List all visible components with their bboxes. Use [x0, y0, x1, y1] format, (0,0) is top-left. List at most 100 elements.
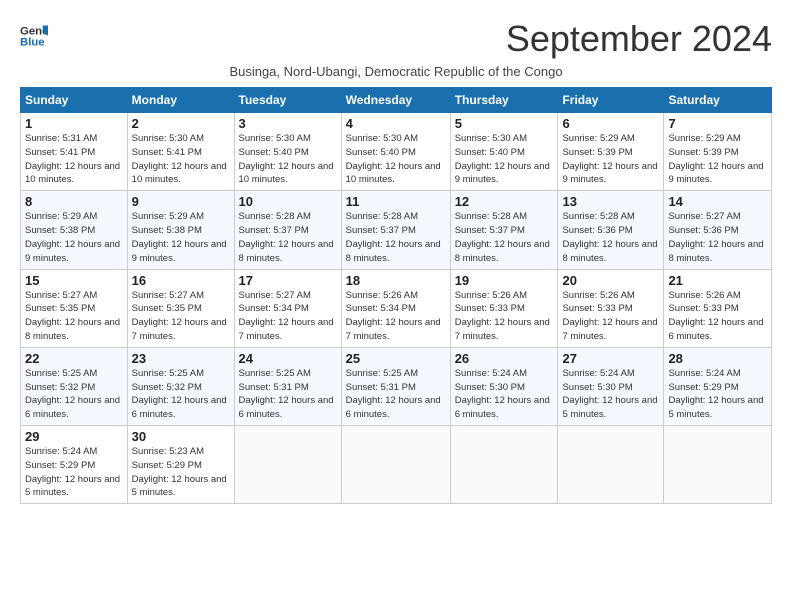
calendar-cell: 23 Sunrise: 5:25 AMSunset: 5:32 PMDayligh… [127, 347, 234, 425]
day-number: 1 [25, 116, 123, 131]
day-info: Sunrise: 5:28 AMSunset: 5:36 PMDaylight:… [562, 211, 657, 263]
calendar-cell [558, 426, 664, 504]
calendar-cell: 8 Sunrise: 5:29 AMSunset: 5:38 PMDaylight… [21, 191, 128, 269]
logo: General Blue [20, 22, 52, 50]
calendar-cell: 3 Sunrise: 5:30 AMSunset: 5:40 PMDaylight… [234, 113, 341, 191]
calendar-cell: 26 Sunrise: 5:24 AMSunset: 5:30 PMDayligh… [450, 347, 558, 425]
dow-header: Friday [558, 88, 664, 113]
day-info: Sunrise: 5:27 AMSunset: 5:36 PMDaylight:… [668, 211, 763, 263]
calendar-cell: 1 Sunrise: 5:31 AMSunset: 5:41 PMDaylight… [21, 113, 128, 191]
day-number: 30 [132, 429, 230, 444]
day-number: 16 [132, 273, 230, 288]
day-number: 3 [239, 116, 337, 131]
calendar-cell: 30 Sunrise: 5:23 AMSunset: 5:29 PMDayligh… [127, 426, 234, 504]
day-number: 5 [455, 116, 554, 131]
day-number: 8 [25, 194, 123, 209]
calendar-cell: 10 Sunrise: 5:28 AMSunset: 5:37 PMDayligh… [234, 191, 341, 269]
calendar-cell: 16Sunrise: 5:27 AMSunset: 5:35 PMDayligh… [127, 269, 234, 347]
day-info: Sunrise: 5:28 AMSunset: 5:37 PMDaylight:… [239, 211, 334, 263]
day-info: Sunrise: 5:29 AMSunset: 5:38 PMDaylight:… [25, 211, 120, 263]
day-info: Sunrise: 5:25 AMSunset: 5:32 PMDaylight:… [132, 368, 227, 420]
day-number: 9 [132, 194, 230, 209]
day-info: Sunrise: 5:26 AMSunset: 5:33 PMDaylight:… [668, 290, 763, 342]
calendar-cell: 6 Sunrise: 5:29 AMSunset: 5:39 PMDaylight… [558, 113, 664, 191]
day-number: 17 [239, 273, 337, 288]
day-info: Sunrise: 5:26 AMSunset: 5:34 PMDaylight:… [346, 290, 441, 342]
day-info: Sunrise: 5:23 AMSunset: 5:29 PMDaylight:… [132, 446, 227, 498]
calendar-cell: 5 Sunrise: 5:30 AMSunset: 5:40 PMDaylight… [450, 113, 558, 191]
calendar-cell [341, 426, 450, 504]
subtitle: Businga, Nord-Ubangi, Democratic Republi… [20, 64, 772, 79]
day-info: Sunrise: 5:24 AMSunset: 5:30 PMDaylight:… [455, 368, 550, 420]
day-info: Sunrise: 5:28 AMSunset: 5:37 PMDaylight:… [346, 211, 441, 263]
day-number: 22 [25, 351, 123, 366]
day-info: Sunrise: 5:30 AMSunset: 5:40 PMDaylight:… [455, 133, 550, 185]
day-number: 12 [455, 194, 554, 209]
calendar-cell: 19 Sunrise: 5:26 AMSunset: 5:33 PMDayligh… [450, 269, 558, 347]
calendar-cell: 14 Sunrise: 5:27 AMSunset: 5:36 PMDayligh… [664, 191, 772, 269]
day-number: 15 [25, 273, 123, 288]
calendar-cell [664, 426, 772, 504]
day-number: 10 [239, 194, 337, 209]
day-info: Sunrise: 5:25 AMSunset: 5:31 PMDaylight:… [239, 368, 334, 420]
calendar-cell: 2 Sunrise: 5:30 AMSunset: 5:41 PMDaylight… [127, 113, 234, 191]
day-info: Sunrise: 5:29 AMSunset: 5:39 PMDaylight:… [668, 133, 763, 185]
dow-header: Sunday [21, 88, 128, 113]
calendar-cell [450, 426, 558, 504]
calendar-cell: 24Sunrise: 5:25 AMSunset: 5:31 PMDayligh… [234, 347, 341, 425]
calendar-cell: 25 Sunrise: 5:25 AMSunset: 5:31 PMDayligh… [341, 347, 450, 425]
calendar-cell: 9 Sunrise: 5:29 AMSunset: 5:38 PMDaylight… [127, 191, 234, 269]
calendar-cell: 27Sunrise: 5:24 AMSunset: 5:30 PMDayligh… [558, 347, 664, 425]
day-number: 21 [668, 273, 767, 288]
calendar-cell: 28 Sunrise: 5:24 AMSunset: 5:29 PMDayligh… [664, 347, 772, 425]
calendar-cell: 18 Sunrise: 5:26 AMSunset: 5:34 PMDayligh… [341, 269, 450, 347]
day-number: 29 [25, 429, 123, 444]
svg-text:Blue: Blue [20, 37, 45, 49]
day-number: 19 [455, 273, 554, 288]
day-info: Sunrise: 5:27 AMSunset: 5:34 PMDaylight:… [239, 290, 334, 342]
day-info: Sunrise: 5:29 AMSunset: 5:38 PMDaylight:… [132, 211, 227, 263]
calendar-cell: 15 Sunrise: 5:27 AMSunset: 5:35 PMDayligh… [21, 269, 128, 347]
day-info: Sunrise: 5:24 AMSunset: 5:29 PMDaylight:… [25, 446, 120, 498]
day-number: 25 [346, 351, 446, 366]
day-number: 4 [346, 116, 446, 131]
calendar-cell: 12 Sunrise: 5:28 AMSunset: 5:37 PMDayligh… [450, 191, 558, 269]
day-info: Sunrise: 5:27 AMSunset: 5:35 PMDaylight:… [25, 290, 120, 342]
day-info: Sunrise: 5:25 AMSunset: 5:31 PMDaylight:… [346, 368, 441, 420]
calendar-cell: 22 Sunrise: 5:25 AMSunset: 5:32 PMDayligh… [21, 347, 128, 425]
day-info: Sunrise: 5:25 AMSunset: 5:32 PMDaylight:… [25, 368, 120, 420]
calendar-cell: 7 Sunrise: 5:29 AMSunset: 5:39 PMDaylight… [664, 113, 772, 191]
day-number: 2 [132, 116, 230, 131]
day-number: 23 [132, 351, 230, 366]
day-number: 7 [668, 116, 767, 131]
day-number: 20 [562, 273, 659, 288]
calendar-cell: 11Sunrise: 5:28 AMSunset: 5:37 PMDayligh… [341, 191, 450, 269]
calendar-cell [234, 426, 341, 504]
day-number: 6 [562, 116, 659, 131]
dow-header: Monday [127, 88, 234, 113]
calendar-cell: 20Sunrise: 5:26 AMSunset: 5:33 PMDayligh… [558, 269, 664, 347]
dow-header: Saturday [664, 88, 772, 113]
calendar-cell: 13 Sunrise: 5:28 AMSunset: 5:36 PMDayligh… [558, 191, 664, 269]
page-title: September 2024 [506, 18, 772, 60]
dow-header: Tuesday [234, 88, 341, 113]
day-info: Sunrise: 5:26 AMSunset: 5:33 PMDaylight:… [455, 290, 550, 342]
day-info: Sunrise: 5:28 AMSunset: 5:37 PMDaylight:… [455, 211, 550, 263]
day-info: Sunrise: 5:24 AMSunset: 5:30 PMDaylight:… [562, 368, 657, 420]
calendar-cell: 4 Sunrise: 5:30 AMSunset: 5:40 PMDaylight… [341, 113, 450, 191]
day-number: 18 [346, 273, 446, 288]
day-number: 13 [562, 194, 659, 209]
day-info: Sunrise: 5:30 AMSunset: 5:40 PMDaylight:… [346, 133, 441, 185]
day-info: Sunrise: 5:30 AMSunset: 5:41 PMDaylight:… [132, 133, 227, 185]
day-info: Sunrise: 5:30 AMSunset: 5:40 PMDaylight:… [239, 133, 334, 185]
day-info: Sunrise: 5:29 AMSunset: 5:39 PMDaylight:… [562, 133, 657, 185]
day-number: 26 [455, 351, 554, 366]
day-number: 14 [668, 194, 767, 209]
dow-header: Wednesday [341, 88, 450, 113]
calendar-cell: 29 Sunrise: 5:24 AMSunset: 5:29 PMDayligh… [21, 426, 128, 504]
day-info: Sunrise: 5:24 AMSunset: 5:29 PMDaylight:… [668, 368, 763, 420]
day-info: Sunrise: 5:31 AMSunset: 5:41 PMDaylight:… [25, 133, 120, 185]
dow-header: Thursday [450, 88, 558, 113]
day-number: 28 [668, 351, 767, 366]
calendar-cell: 17 Sunrise: 5:27 AMSunset: 5:34 PMDayligh… [234, 269, 341, 347]
